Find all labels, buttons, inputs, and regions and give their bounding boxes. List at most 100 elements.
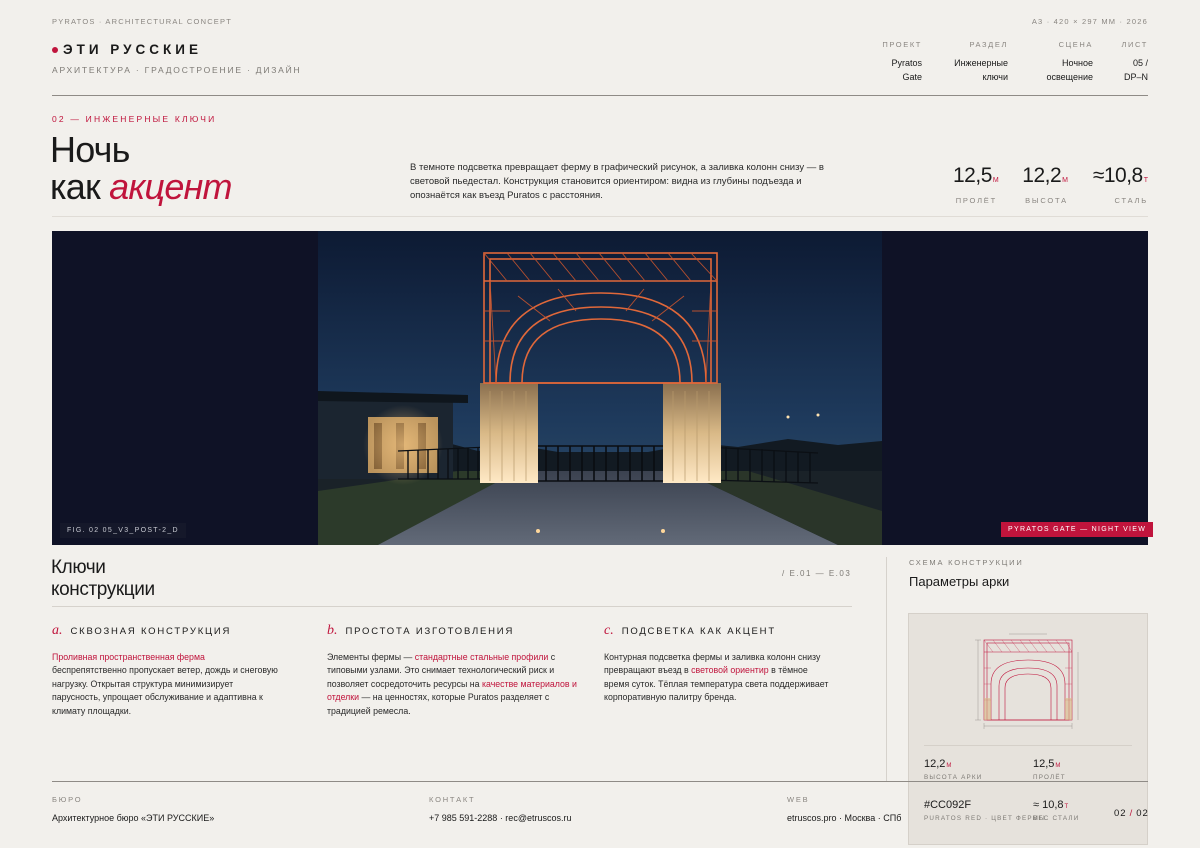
spec-value: #CC092F xyxy=(924,799,972,811)
key-letter: c. xyxy=(604,623,614,638)
page-number: 02/02 xyxy=(1114,808,1149,819)
figure-caption: FIG. 02 05_V3_POST-2_D xyxy=(60,523,186,538)
stat-span: 12,5М ПРОЛЁТ xyxy=(953,164,999,205)
spec-color: #CC092F PURATOS RED · ЦВЕТ ФЕРМЫ xyxy=(924,799,1046,822)
stat-unit: Т xyxy=(1143,177,1148,184)
sheet-info: ПРОЕКТ Pyratos Gate РАЗДЕЛ Инженерные кл… xyxy=(846,40,1148,84)
contact-link[interactable]: +7 985 591-2288 · rec@etruscos.ru xyxy=(429,813,571,823)
page-current: 02 xyxy=(1114,808,1127,819)
info-value: Gate xyxy=(902,72,922,82)
info-sheet: ЛИСТ 05 / DP–N xyxy=(1093,40,1148,84)
bureau-name: Архитектурное бюро «ЭТИ РУССКИЕ» xyxy=(52,813,215,823)
spec-label: PURATOS RED · ЦВЕТ ФЕРМЫ xyxy=(924,815,1046,822)
spec-unit: Т xyxy=(1064,804,1069,810)
column-divider xyxy=(886,557,887,782)
info-section: РАЗДЕЛ Инженерные ключи xyxy=(922,40,1008,84)
key-item-c: c. ПОДСВЕТКА КАК АКЦЕНТ Контурная подсве… xyxy=(604,623,834,705)
key-body: беспрепятственно пропускает ветер, дождь… xyxy=(52,665,278,716)
title-line-1: Ночь xyxy=(50,129,130,170)
stat-label: ПРОЛЁТ xyxy=(955,196,997,205)
key-letter: b. xyxy=(327,623,338,638)
info-value: Инженерные xyxy=(954,58,1008,68)
spec-label: ВЫСОТА АРКИ xyxy=(924,774,983,781)
title-line-2: как xyxy=(50,166,110,207)
stat-height: 12,2М ВЫСОТА xyxy=(997,164,1068,205)
key-body: Элементы фермы — xyxy=(327,652,415,662)
footer-web: WEB etruscos.pro · Москва · СПб xyxy=(787,795,901,823)
info-label: ПРОЕКТ xyxy=(882,40,922,49)
key-title: СКВОЗНАЯ КОНСТРУКЦИЯ xyxy=(70,626,232,637)
spec-unit: М xyxy=(1055,763,1061,769)
spec-label: ПРОЛЁТ xyxy=(1033,774,1066,781)
key-item-b: b. ПРОСТОТА ИЗГОТОВЛЕНИЯ Элементы фермы … xyxy=(327,623,577,718)
key-text: Контурная подсветка фермы и заливка коло… xyxy=(604,651,834,705)
stat-label: СТАЛЬ xyxy=(1114,196,1148,205)
keys-title-line-1: Ключи xyxy=(51,557,106,578)
stats: 12,5М ПРОЛЁТ 12,2М ВЫСОТА ≈10,8Т СТАЛЬ xyxy=(953,164,1148,205)
hero-image-frame xyxy=(52,231,1148,545)
footer-label: WEB xyxy=(787,795,810,804)
info-value: DP–N xyxy=(1123,72,1148,82)
footer-label: БЮРО xyxy=(52,795,83,804)
key-text: Элементы фермы — стандартные стальные пр… xyxy=(327,651,577,718)
spec-value: ≈ 10,8 xyxy=(1033,799,1064,811)
info-value: ключи xyxy=(982,72,1008,82)
web-link[interactable]: etruscos.pro · Москва · СПб xyxy=(787,813,901,823)
spec-value: 12,5 xyxy=(1033,758,1055,770)
info-value: освещение xyxy=(1046,72,1093,82)
stat-steel: ≈10,8Т СТАЛЬ xyxy=(1068,164,1148,205)
footer-divider xyxy=(52,781,1148,782)
stat-value: 12,5 xyxy=(953,164,992,187)
night-render-image xyxy=(318,231,882,545)
scheme-card: 12,2М ВЫСОТА АРКИ 12,5М ПРОЛЁТ #CC092F P… xyxy=(908,613,1148,845)
spec-value: 12,2 xyxy=(924,758,946,770)
section-label: 02 — ИНЖЕНЕРНЫЕ КЛЮЧИ xyxy=(52,114,217,124)
page-total: 02 xyxy=(1136,808,1149,819)
spec-unit: М xyxy=(946,763,952,769)
info-scene: СЦЕНА Ночное освещение xyxy=(1008,40,1093,84)
info-project: ПРОЕКТ Pyratos Gate xyxy=(846,40,922,84)
info-label: РАЗДЕЛ xyxy=(969,40,1008,49)
stat-label: ВЫСОТА xyxy=(1025,196,1068,205)
arch-diagram xyxy=(975,633,1079,729)
intro-divider xyxy=(52,216,1148,217)
info-label: ЛИСТ xyxy=(1121,40,1148,49)
doc-meta-left: PYRATOS · ARCHITECTURAL CONCEPT xyxy=(52,17,232,26)
footer-label: КОНТАКТ xyxy=(429,795,476,804)
stat-value: 12,2 xyxy=(1022,164,1062,187)
info-value: 05 / xyxy=(1132,58,1148,68)
key-highlight: стандартные стальные профили xyxy=(414,652,549,662)
page-separator: / xyxy=(1129,808,1134,819)
keys-title: Ключи конструкции xyxy=(51,557,155,601)
key-body: — на ценностях, которые Puratos разделяе… xyxy=(327,692,550,716)
brand: ЭТИ РУССКИЕ xyxy=(52,42,202,57)
key-letter: a. xyxy=(52,623,63,638)
spec-span: 12,5М ПРОЛЁТ xyxy=(1033,758,1066,781)
title-accent: акцент xyxy=(109,166,232,207)
keys-title-line-2: конструкции xyxy=(51,579,155,600)
scheme-title: Параметры арки xyxy=(909,574,1010,589)
info-value: Pyratos xyxy=(891,58,922,68)
key-item-a: a. СКВОЗНАЯ КОНСТРУКЦИЯ Проливная простр… xyxy=(52,623,282,718)
scheme-label: СХЕМА КОНСТРУКЦИИ xyxy=(909,558,1024,567)
footer-contact: КОНТАКТ +7 985 591-2288 · rec@etruscos.r… xyxy=(429,795,571,823)
key-highlight: Проливная пространственная ферма xyxy=(52,652,205,662)
key-text: Проливная пространственная ферма беспреп… xyxy=(52,651,282,718)
key-highlight: световой ориентир xyxy=(691,665,769,676)
info-value: Ночное xyxy=(1062,58,1093,68)
spec-arch-height: 12,2М ВЫСОТА АРКИ xyxy=(924,758,982,781)
info-label: СЦЕНА xyxy=(1058,40,1093,49)
header-divider xyxy=(52,95,1148,96)
top-meta-row: PYRATOS · ARCHITECTURAL CONCEPT A3 · 420… xyxy=(52,17,1148,29)
keys-divider xyxy=(52,606,852,607)
spec-label: ВЕС СТАЛИ xyxy=(1033,815,1080,822)
page-title: Ночь как акцент xyxy=(50,129,233,207)
keys-code: / E.01 — E.03 xyxy=(782,569,852,578)
spec-steel-weight: ≈ 10,8Т ВЕС СТАЛИ xyxy=(1033,799,1079,822)
key-title: ПОДСВЕТКА КАК АКЦЕНТ xyxy=(621,626,776,637)
footer-bureau: БЮРО Архитектурное бюро «ЭТИ РУССКИЕ» xyxy=(52,795,214,823)
doc-meta-right: A3 · 420 × 297 MM · 2026 xyxy=(1031,17,1148,26)
brand-dot-icon xyxy=(52,46,58,53)
lead-paragraph: В темноте подсветка превращает ферму в г… xyxy=(410,162,824,201)
night-view-tag: PYRATOS GATE — NIGHT VIEW xyxy=(1001,522,1154,537)
